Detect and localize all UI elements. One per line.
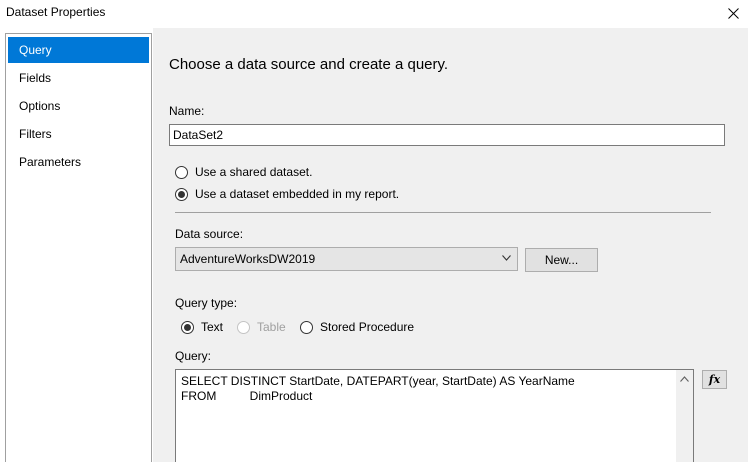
sidebar-item-options[interactable]: Options [8, 93, 149, 119]
query-type-table-radio [237, 320, 250, 334]
shared-dataset-label: Use a shared dataset. [195, 165, 313, 179]
sidebar-item-fields[interactable]: Fields [8, 65, 149, 91]
query-type-text-radio[interactable] [181, 320, 194, 334]
query-editor[interactable]: SELECT DISTINCT StartDate, DATEPART(year… [175, 369, 694, 462]
embedded-dataset-radio[interactable] [175, 187, 188, 201]
query-type-text-option[interactable]: Text [181, 320, 223, 334]
page-title: Choose a data source and create a query. [169, 56, 449, 73]
name-field[interactable] [169, 124, 725, 146]
query-label: Query: [175, 349, 212, 363]
title-bar: Dataset Properties [0, 0, 748, 28]
query-type-stored-procedure-label: Stored Procedure [320, 320, 415, 334]
data-source-dropdown[interactable]: AdventureWorksDW2019 [175, 247, 518, 271]
query-type-table-label: Table [257, 320, 286, 334]
data-source-value: AdventureWorksDW2019 [180, 252, 316, 266]
sidebar-nav: Query Fields Options Filters Parameters [5, 33, 152, 462]
close-button[interactable] [718, 0, 748, 26]
chevron-up-icon[interactable] [680, 376, 689, 382]
sidebar-item-query[interactable]: Query [8, 37, 149, 63]
data-source-label: Data source: [175, 227, 244, 241]
new-data-source-button[interactable]: New... [525, 248, 598, 272]
shared-dataset-radio[interactable] [175, 165, 188, 179]
query-line: FROM DimProduct [181, 389, 313, 403]
expression-button[interactable]: fx [702, 370, 727, 389]
query-type-label: Query type: [175, 296, 238, 310]
close-icon [727, 7, 739, 19]
sidebar-item-parameters[interactable]: Parameters [8, 149, 149, 175]
sidebar-item-filters[interactable]: Filters [8, 121, 149, 147]
shared-dataset-option[interactable]: Use a shared dataset. [175, 165, 312, 179]
name-label: Name: [169, 104, 205, 118]
window-title: Dataset Properties [6, 5, 106, 19]
embedded-dataset-option[interactable]: Use a dataset embedded in my report. [175, 187, 399, 201]
query-scrollbar[interactable] [676, 370, 693, 462]
query-panel: Choose a data source and create a query.… [153, 28, 748, 462]
divider [175, 212, 711, 213]
embedded-dataset-label: Use a dataset embedded in my report. [195, 187, 400, 201]
query-type-stored-procedure-radio[interactable] [300, 320, 313, 334]
chevron-down-icon [502, 255, 511, 261]
query-line: SELECT DISTINCT StartDate, DATEPART(year… [181, 374, 575, 388]
query-type-text-label: Text [201, 320, 224, 334]
query-type-table-option: Table [237, 320, 286, 334]
query-type-stored-procedure-option[interactable]: Stored Procedure [300, 320, 414, 334]
